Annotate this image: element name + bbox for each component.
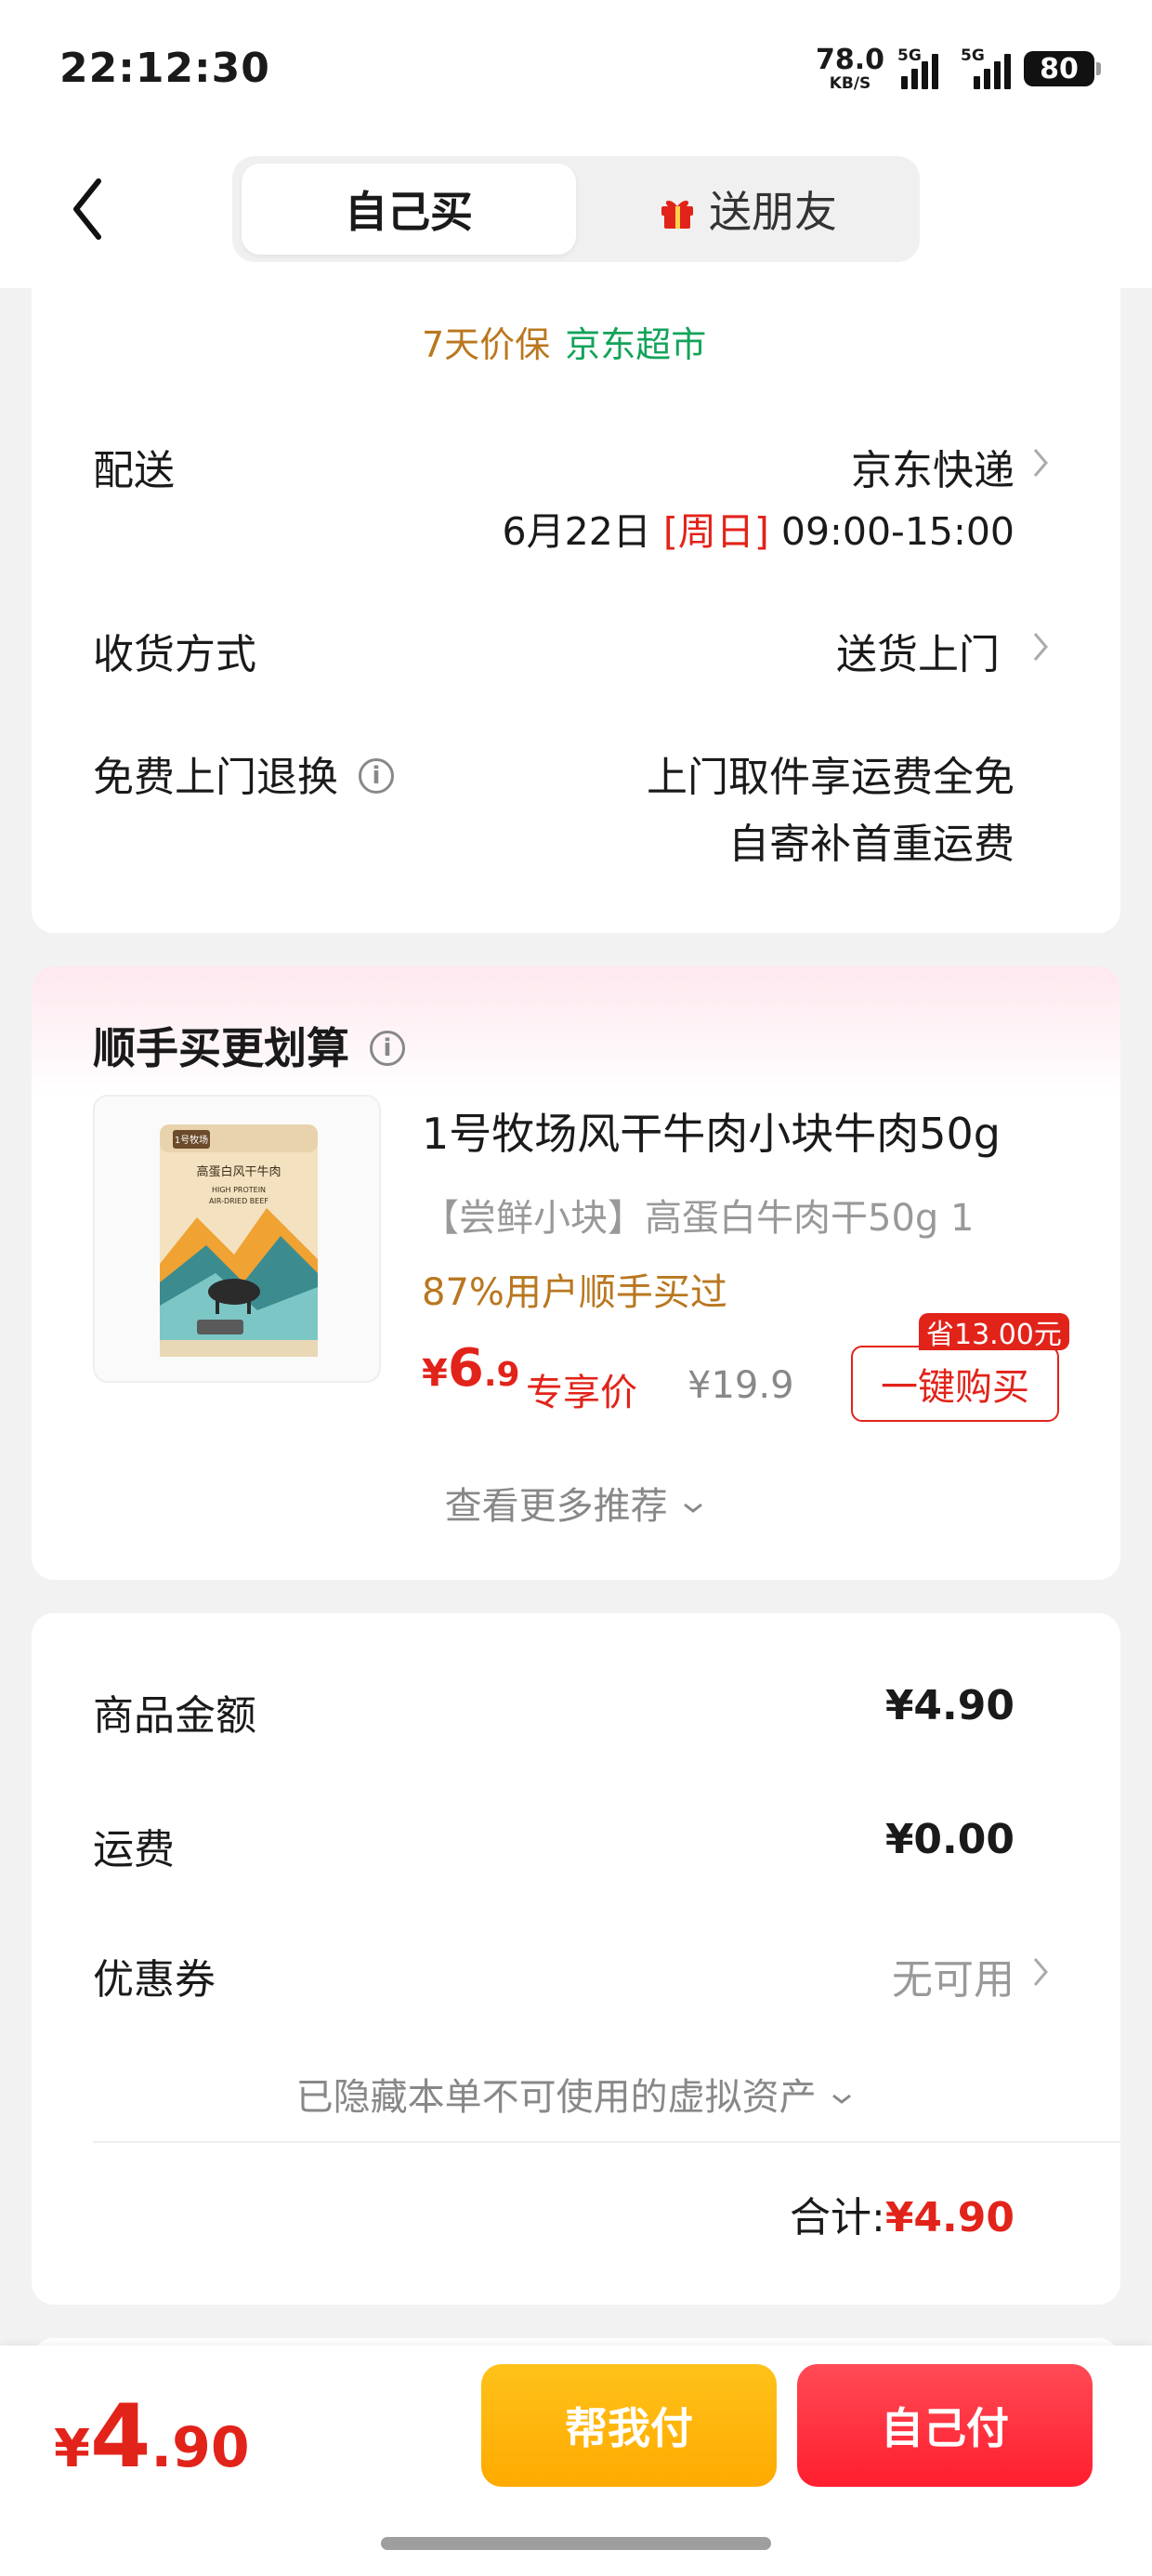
- buy-rate: 87%用户顺手买过: [422, 1271, 727, 1314]
- delivery-card: 7天价保 京东超市 配送 京东快递 6月22日 [周日] 09:00-15:00 …: [32, 279, 1120, 933]
- back-button[interactable]: [67, 172, 110, 246]
- goods-amount-value: ¥4.90: [884, 1682, 1015, 1729]
- recommend-title: 顺手买更划算 i: [93, 1015, 405, 1076]
- original-price: ¥19.9: [687, 1364, 794, 1407]
- freight-value: ¥0.00: [884, 1816, 1015, 1863]
- status-bar: 22:12:30 78.0 KB/S 5G 5G 80: [0, 0, 1152, 139]
- status-icons: 78.0 KB/S 5G 5G 80: [815, 41, 1101, 97]
- svg-text:HIGH PROTEIN: HIGH PROTEIN: [212, 1186, 266, 1194]
- svg-text:AIR-DRIED BEEF: AIR-DRIED BEEF: [209, 1197, 268, 1205]
- checkout-page: 22:12:30 78.0 KB/S 5G 5G 80 自己买 送朋友 7天价保…: [0, 0, 1152, 2576]
- service-tags: 7天价保 京东超市: [422, 316, 706, 367]
- exclusive-price: ¥6.9: [422, 1338, 520, 1399]
- beef-package-image: 1号牧场 高蛋白风干牛肉 HIGH PROTEIN AIR-DRIED BEEF: [95, 1097, 379, 1381]
- coupon-value[interactable]: 无可用: [892, 1946, 1015, 2005]
- signal-icon: 5G: [951, 46, 1011, 89]
- divider: [93, 2141, 1120, 2143]
- chevron-right-icon[interactable]: [1031, 630, 1050, 664]
- help-me-pay-button[interactable]: 帮我付: [481, 2364, 777, 2487]
- battery-icon: 80: [1024, 51, 1101, 86]
- purchase-mode-switch: 自己买 送朋友: [232, 156, 920, 262]
- free-return-line2: 自寄补首重运费: [728, 821, 1015, 868]
- store-tag: 京东超市: [565, 324, 707, 365]
- save-badge: 省13.00元: [919, 1313, 1069, 1351]
- gift-icon: [659, 191, 696, 229]
- receive-method-value[interactable]: 送货上门: [836, 621, 1000, 680]
- chevron-right-icon[interactable]: [1031, 1955, 1050, 1989]
- network-speed: 78.0 KB/S: [815, 43, 884, 93]
- signal-icon: 5G: [897, 46, 938, 89]
- recommend-card: 顺手买更划算 i 1号牧场 高蛋白风干牛肉 HIGH PROTEIN AIR-DR…: [32, 966, 1120, 1580]
- free-return-label: 免费上门退换 i: [93, 743, 394, 803]
- chevron-left-icon: [73, 178, 101, 240]
- price-summary-card: 商品金额 ¥4.90 运费 ¥0.00 优惠券 无可用 已隐藏本单不可使用的虚拟…: [32, 1613, 1120, 2305]
- price-protect-tag: 7天价保: [422, 324, 551, 365]
- freight-label: 运费: [93, 1826, 175, 1873]
- shipping-label: 配送: [93, 447, 175, 494]
- product-name[interactable]: 1号牧场风干牛肉小块牛肉50g: [422, 1100, 1001, 1162]
- chevron-right-icon[interactable]: [1031, 446, 1050, 480]
- chevron-down-icon: [832, 2094, 852, 2104]
- free-return-line1: 上门取件享运费全免: [647, 754, 1015, 801]
- delivery-date[interactable]: 6月22日 [周日] 09:00-15:00: [503, 500, 1015, 556]
- header: 自己买 送朋友: [0, 139, 1152, 288]
- order-total: 合计:¥4.90: [789, 2194, 1015, 2241]
- svg-text:高蛋白风干牛肉: 高蛋白风干牛肉: [196, 1164, 281, 1179]
- pay-amount: ¥4.90: [54, 2386, 250, 2488]
- hidden-assets-toggle[interactable]: 已隐藏本单不可使用的虚拟资产: [32, 2067, 1120, 2121]
- goods-amount-label: 商品金额: [93, 1692, 256, 1740]
- exclusive-label: 专享价: [526, 1372, 637, 1414]
- info-icon[interactable]: i: [359, 758, 394, 794]
- tab-send-friend[interactable]: 送朋友: [585, 164, 910, 255]
- pay-self-button[interactable]: 自己付: [797, 2364, 1093, 2487]
- chevron-down-icon: [684, 1503, 703, 1513]
- product-image[interactable]: 1号牧场 高蛋白风干牛肉 HIGH PROTEIN AIR-DRIED BEEF: [93, 1095, 381, 1383]
- shipping-value[interactable]: 京东快递: [851, 437, 1015, 496]
- info-icon[interactable]: i: [370, 1030, 405, 1066]
- tab-self-buy[interactable]: 自己买: [242, 164, 576, 255]
- product-desc: 【尝鲜小块】高蛋白牛肉干50g 1: [422, 1197, 975, 1240]
- one-click-buy-button[interactable]: 一键购买: [851, 1346, 1059, 1422]
- svg-text:1号牧场: 1号牧场: [175, 1134, 208, 1146]
- status-time: 22:12:30: [59, 45, 270, 92]
- home-indicator[interactable]: [381, 2537, 771, 2550]
- coupon-label: 优惠券: [93, 1956, 216, 2004]
- receive-method-label: 收货方式: [93, 631, 256, 678]
- more-recommend-link[interactable]: 查看更多推荐: [32, 1476, 1120, 1530]
